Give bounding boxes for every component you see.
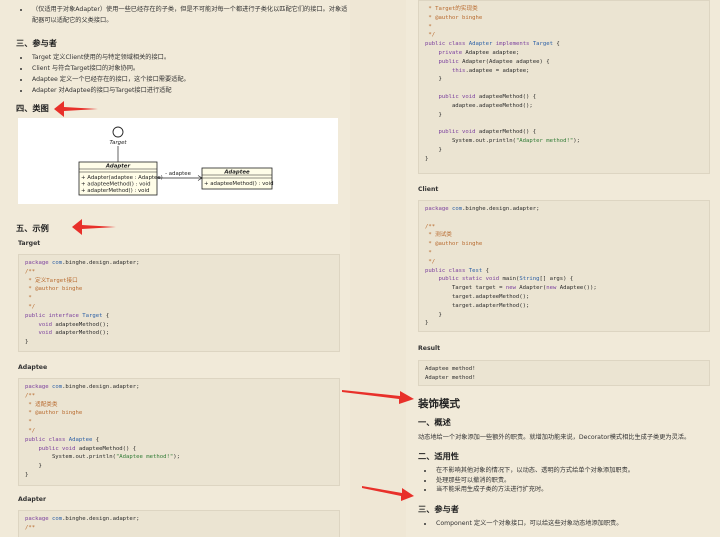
participants-heading: 三、参与者 [16, 38, 57, 48]
result-label: Result [418, 345, 441, 352]
applicability-list: 在不影响其他对象的情况下，以动态、透明的方式给单个对象添加职责。 处理那些可以撤… [412, 466, 716, 495]
adaptee-class-title: Adaptee [223, 170, 250, 176]
left-page: （仅适用于对象Adapter）使用一些已经存在的子类，但是不可能对每一个都进行子… [8, 0, 348, 537]
applicability-item: 当不能采用生成子类的方法进行扩充时。 [434, 485, 716, 495]
arrow-icon-example [72, 219, 116, 235]
arrow-icon-participants [362, 486, 414, 501]
participant-item: Target 定义Client使用的与特定领域相关的接口。 [30, 52, 348, 63]
client-code-label: Client [418, 186, 439, 193]
client-code-block: package com.binghe.design.adapter; /** *… [418, 200, 710, 332]
decorator-participants-heading: 三、参与者 [418, 504, 459, 514]
decorator-participant-item: Component 定义一个对象接口，可以给这些对象动态地添加职责。 [434, 518, 716, 529]
applicability-item: 在不影响其他对象的情况下，以动态、透明的方式给单个对象添加职责。 [434, 466, 716, 476]
page-gutter [350, 0, 406, 537]
intro-bullet: （仅适用于对象Adapter）使用一些已经存在的子类，但是不可能对每一个都进行子… [30, 4, 348, 26]
result-output-block: Adaptee method! Adapter method! [418, 360, 710, 386]
adapter-class-title: Adapter [105, 164, 131, 170]
adaptee-code-label: Adaptee [18, 364, 48, 371]
adaptee-code-block: package com.binghe.design.adapter; /** *… [18, 378, 340, 486]
adaptee-class-box: Adaptee + adapteeMethod() : void [201, 167, 274, 190]
diagram-target-label: Target [109, 140, 127, 146]
adapter-method-1: + adapteeMethod() : void [81, 182, 151, 188]
decorator-participants-list: Component 定义一个对象接口，可以给这些对象动态地添加职责。 [412, 518, 716, 529]
arrow-icon-class-diagram [54, 101, 98, 117]
applicability-heading: 二、适用性 [418, 451, 459, 461]
target-code-block: package com.binghe.design.adapter; /** *… [18, 254, 340, 352]
applicability-item: 处理那些可以撤消的职责。 [434, 476, 716, 486]
adapter-class-box: Adapter + Adapter(adaptee : Adaptee) + a… [78, 161, 163, 196]
adapter-ctor: + Adapter(adaptee : Adaptee) [81, 175, 163, 181]
diagram-background [18, 118, 338, 204]
participant-item: Client 与符合Target接口的对象协同。 [30, 63, 348, 74]
result-line-1: Adaptee method! [425, 366, 476, 372]
result-line-2: Adapter method! [425, 374, 476, 381]
intro-bullet-list: （仅适用于对象Adapter）使用一些已经存在的子类，但是不可能对每一个都进行子… [8, 4, 348, 26]
right-page: * Target的实现类 * @author binghe * */ publi… [408, 0, 716, 537]
participant-item: Adapter 对Adaptee的接口与Target接口进行适配 [30, 85, 348, 96]
overview-heading: 一、概述 [418, 417, 451, 427]
class-diagram: Target Adapter + Adapter(adaptee : Adapt… [18, 118, 338, 204]
adapter-code-label: Adapter [18, 496, 47, 503]
participant-item: Adaptee 定义一个已经存在的接口，这个接口需要适配。 [30, 74, 348, 85]
adaptee-method-1: + adapteeMethod() : void [204, 181, 274, 187]
example-heading: 五、示例 [16, 223, 49, 233]
overview-text: 动态地给一个对象添加一些额外的职责。就增加功能来说，Decorator模式相比生… [418, 434, 691, 441]
adapter-impl-code-block: * Target的实现类 * @author binghe * */ publi… [418, 0, 710, 174]
adapter-method-2: + adapterMethod() : void [81, 188, 149, 194]
adapter-code-block: package com.binghe.design.adapter; /** [18, 510, 340, 537]
participants-list: Target 定义Client使用的与特定领域相关的接口。 Client 与符合… [8, 52, 348, 96]
class-diagram-heading: 四、类图 [16, 103, 49, 113]
target-code-label: Target [18, 240, 41, 247]
arrow-icon-decorator [342, 390, 414, 404]
association-label: - adaptee [165, 171, 192, 177]
decorator-heading: 装饰模式 [418, 398, 460, 410]
